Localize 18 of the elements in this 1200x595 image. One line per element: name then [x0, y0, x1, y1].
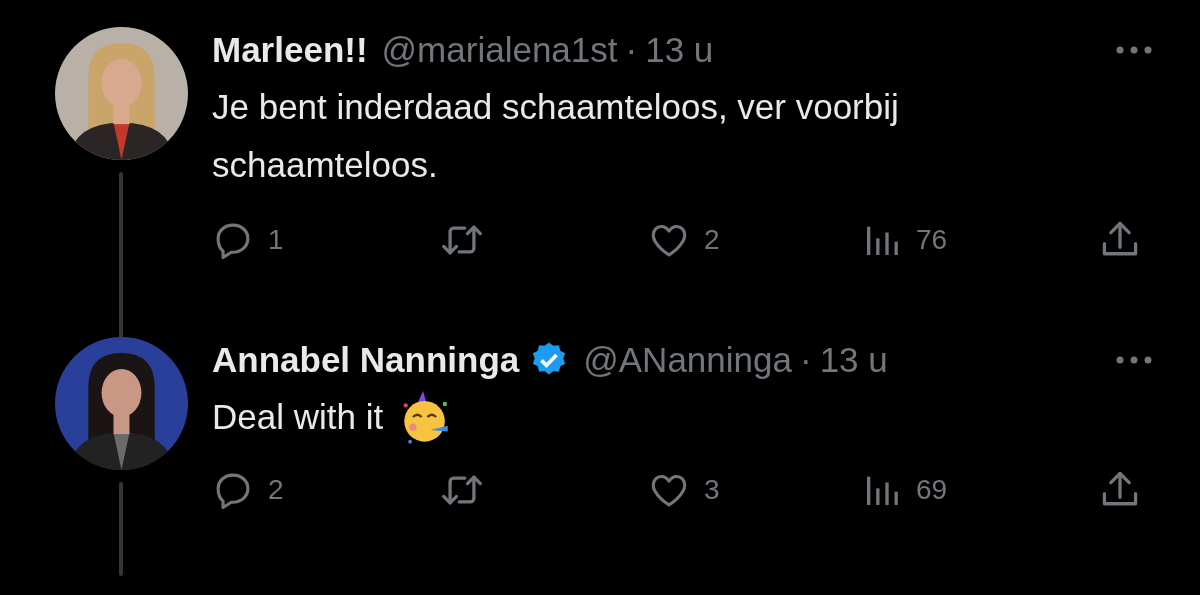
view-count: 76	[916, 224, 948, 256]
user-name[interactable]: Marleen!!	[212, 30, 368, 70]
like-count: 3	[704, 474, 720, 506]
view-count: 69	[916, 474, 948, 506]
more-icon[interactable]	[1114, 44, 1154, 56]
timestamp[interactable]: 13 u	[819, 340, 888, 380]
more-icon[interactable]	[1114, 354, 1154, 366]
reply-count: 2	[268, 474, 284, 506]
timestamp[interactable]: 13 u	[645, 30, 714, 70]
like-count: 2	[704, 224, 720, 256]
separator-dot: ·	[799, 340, 812, 380]
separator-dot: ·	[625, 30, 638, 70]
user-handle[interactable]: @ANanninga	[583, 340, 792, 380]
tweet-text: Deal with it	[212, 396, 384, 438]
reply-count: 1	[268, 224, 284, 256]
user-handle[interactable]: @marialena1st	[381, 30, 618, 70]
user-name[interactable]: Annabel Nanninga	[212, 340, 520, 380]
tweet-text: Je bent inderdaad schaamteloos, ver voorbij schaamteloos.	[212, 86, 900, 186]
